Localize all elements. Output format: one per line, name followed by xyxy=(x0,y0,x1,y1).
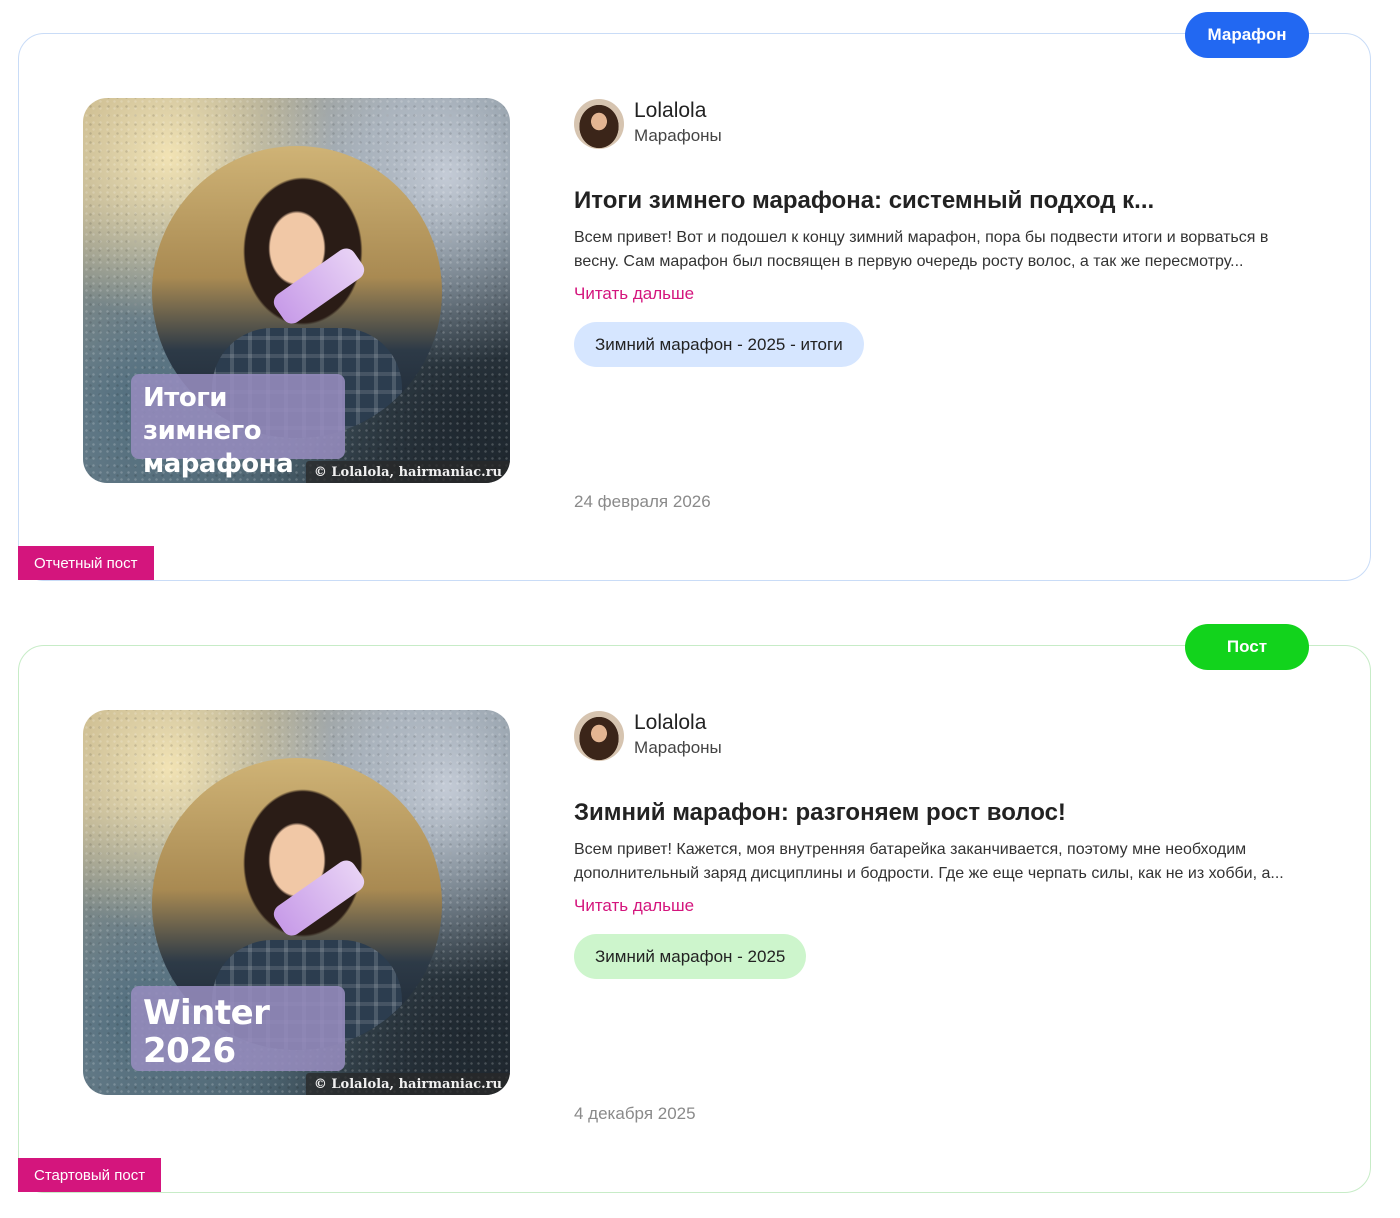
thumbnail-copyright: © Lolalola, hairmaniac.ru xyxy=(305,461,510,483)
post-tag[interactable]: Зимний марафон - 2025 - итоги xyxy=(574,322,864,367)
post-type-badge[interactable]: Марафон xyxy=(1185,12,1309,58)
post-content: Lolalola Марафоны Итоги зимнего марафона… xyxy=(574,98,1314,367)
avatar[interactable] xyxy=(574,711,624,761)
author-category[interactable]: Марафоны xyxy=(634,735,722,761)
post-tag[interactable]: Зимний марафон - 2025 xyxy=(574,934,807,979)
post-card-2[interactable]: Пост Winter 2026 © Lolalola, hairmaniac.… xyxy=(18,624,1371,1193)
post-card-1[interactable]: Марафон Итоги зимнего марафона © Lolalol… xyxy=(18,12,1371,581)
thumbnail-overlay-text: Итоги зимнего марафона xyxy=(131,374,345,479)
post-excerpt: Всем привет! Вот и подошел к концу зимни… xyxy=(574,229,1269,270)
author-name[interactable]: Lolalola xyxy=(634,99,722,123)
post-title[interactable]: Зимний марафон: разгоняем рост волос! xyxy=(574,798,1314,828)
author-block[interactable]: Lolalola Марафоны xyxy=(574,710,1314,762)
post-content: Lolalola Марафоны Зимний марафон: разгон… xyxy=(574,710,1314,979)
post-excerpt: Всем привет! Кажется, моя внутренняя бат… xyxy=(574,841,1284,882)
thumbnail-product-tube xyxy=(269,244,369,328)
overlay-line-2: марафона xyxy=(143,449,294,479)
overlay-line-2: 2026 xyxy=(143,1031,236,1071)
post-corner-label: Отчетный пост xyxy=(18,546,154,580)
avatar[interactable] xyxy=(574,99,624,149)
thumbnail-product-tube xyxy=(269,856,369,940)
author-category[interactable]: Марафоны xyxy=(634,123,722,149)
author-block[interactable]: Lolalola Марафоны xyxy=(574,98,1314,150)
author-name[interactable]: Lolalola xyxy=(634,711,722,735)
post-type-badge[interactable]: Пост xyxy=(1185,624,1309,670)
overlay-line-1: Итоги зимнего xyxy=(143,383,262,446)
post-corner-label: Стартовый пост xyxy=(18,1158,162,1192)
post-thumbnail[interactable]: Итоги зимнего марафона © Lolalola, hairm… xyxy=(83,98,510,483)
post-date: 24 февраля 2026 xyxy=(574,492,711,511)
overlay-line-1: Winter xyxy=(143,993,270,1033)
read-more-link[interactable]: Читать дальше xyxy=(574,896,694,916)
thumbnail-overlay-text: Winter 2026 xyxy=(131,986,345,1071)
read-more-link[interactable]: Читать дальше xyxy=(574,284,694,304)
thumbnail-copyright: © Lolalola, hairmaniac.ru xyxy=(305,1073,510,1095)
post-date: 4 декабря 2025 xyxy=(574,1104,696,1123)
post-thumbnail[interactable]: Winter 2026 © Lolalola, hairmaniac.ru xyxy=(83,710,510,1095)
post-title[interactable]: Итоги зимнего марафона: системный подход… xyxy=(574,186,1314,216)
